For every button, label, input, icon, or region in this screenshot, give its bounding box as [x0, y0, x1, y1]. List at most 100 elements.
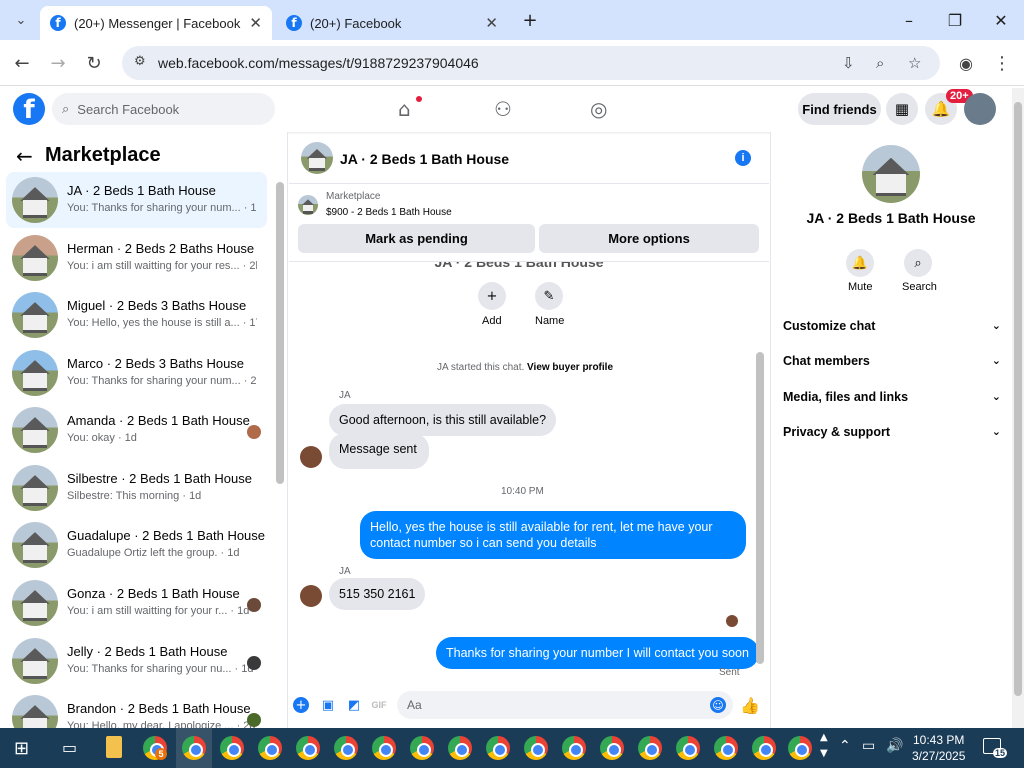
chrome-profile-icon[interactable] — [752, 736, 776, 760]
pencil-icon[interactable]: ✎ — [535, 282, 563, 310]
window-close-icon[interactable]: ✕ — [978, 0, 1024, 40]
chrome-profile-icon[interactable] — [372, 736, 396, 760]
install-app-icon[interactable]: ⇩ — [842, 54, 855, 72]
info-icon[interactable]: i — [735, 150, 751, 166]
chrome-profile-icon[interactable] — [296, 736, 320, 760]
close-tab-icon[interactable]: ✕ — [485, 14, 498, 32]
profile-icon[interactable]: ◉ — [951, 48, 981, 78]
more-options-button[interactable]: More options — [539, 224, 759, 253]
section-chat-members[interactable]: Chat members ⌄ — [783, 354, 1001, 368]
section-customize-chat[interactable]: Customize chat ⌄ — [783, 319, 1001, 333]
conversation-item[interactable]: JA · 2 Beds 1 Bath House You: Thanks for… — [6, 172, 267, 228]
friends-icon[interactable]: ⚇ — [494, 97, 512, 121]
message-bubble[interactable]: Thanks for sharing your number I will co… — [436, 637, 759, 669]
section-label: Chat members — [783, 354, 870, 368]
section-privacy-support[interactable]: Privacy & support ⌄ — [783, 425, 1001, 439]
chat-title[interactable]: JA · 2 Beds 1 Bath House — [340, 151, 509, 167]
network-icon[interactable]: ▭ — [862, 738, 875, 754]
conversation-item[interactable]: Miguel · 2 Beds 3 Baths House You: Hello… — [6, 287, 267, 343]
account-avatar[interactable] — [964, 93, 996, 125]
file-explorer-icon[interactable] — [106, 736, 122, 758]
address-bar[interactable]: ⚙ web.facebook.com/messages/t/9188729237… — [122, 46, 940, 80]
conversation-item[interactable]: Guadalupe · 2 Beds 1 Bath House Guadalup… — [6, 517, 267, 573]
windows-start-icon[interactable]: ⊞ — [14, 738, 34, 759]
back-arrow-icon[interactable]: ← — [16, 144, 33, 168]
sticker-icon[interactable]: ◩ — [346, 697, 362, 713]
hidden-icons-chevron-icon[interactable]: ⌃ — [839, 738, 851, 754]
listing-thumbnail[interactable] — [298, 195, 318, 215]
conversation-item[interactable]: Marco · 2 Beds 3 Baths House You: Thanks… — [6, 345, 267, 401]
tab-facebook[interactable]: f (20+) Facebook ✕ — [276, 6, 508, 40]
chrome-profile-icon[interactable] — [638, 736, 662, 760]
search-icon[interactable]: ⌕ — [904, 249, 932, 277]
add-person-icon[interactable]: + — [478, 282, 506, 310]
facebook-search-box[interactable]: ⌕ Search Facebook — [52, 93, 275, 125]
chrome-profile-icon[interactable] — [334, 736, 358, 760]
conversation-item[interactable]: Brandon · 2 Beds 1 Bath House You: Hello… — [6, 690, 267, 728]
browser-menu-icon[interactable]: ⋮ — [987, 48, 1017, 78]
sidebar-scrollbar[interactable] — [276, 182, 284, 484]
conversation-item[interactable]: Amanda · 2 Beds 1 Bath House You: okay ·… — [6, 402, 267, 458]
maximize-icon[interactable]: ❐ — [932, 0, 978, 40]
bell-icon[interactable]: 🔔 — [846, 249, 874, 277]
conversation-item[interactable]: Herman · 2 Beds 2 Baths House You: i am … — [6, 230, 267, 286]
mark-as-pending-button[interactable]: Mark as pending — [298, 224, 535, 253]
message-bubble[interactable]: 515 350 2161 — [329, 578, 426, 610]
reload-icon[interactable]: ↻ — [79, 48, 109, 78]
message-input[interactable]: Aa — [397, 691, 733, 719]
chrome-profile-icon[interactable] — [258, 736, 282, 760]
chrome-profile-icon[interactable] — [562, 736, 586, 760]
page-scrollbar[interactable] — [1012, 88, 1024, 728]
groups-icon[interactable]: ◎ — [590, 97, 607, 121]
site-info-icon[interactable]: ⚙ — [134, 54, 146, 69]
back-arrow-icon[interactable]: ← — [7, 48, 37, 78]
chrome-profile-icon[interactable] — [220, 736, 244, 760]
minimize-icon[interactable]: – — [886, 0, 932, 40]
conversation-item[interactable]: Gonza · 2 Beds 1 Bath House You: i am st… — [6, 575, 267, 631]
chrome-profile-icon[interactable] — [600, 736, 624, 760]
message-bubble[interactable]: Message sent — [329, 433, 429, 469]
listing-price[interactable]: $900 - 2 Beds 1 Bath House — [326, 207, 452, 218]
bookmark-star-icon[interactable]: ☆ — [908, 54, 921, 72]
chrome-profile-icon[interactable] — [676, 736, 700, 760]
tab-messenger[interactable]: f (20+) Messenger | Facebook ✕ — [40, 6, 272, 40]
message-bubble[interactable]: Hello, yes the house is still available … — [360, 511, 746, 559]
chrome-profile-icon[interactable] — [182, 736, 206, 760]
taskbar-scroll-arrows-icon[interactable]: ▲ ▼ — [820, 730, 828, 762]
gallery-icon[interactable]: ▣ — [320, 697, 336, 713]
conversation-preview: You: i am still waitting for your r... ·… — [67, 605, 250, 617]
zoom-icon[interactable]: ⌕ — [876, 54, 884, 72]
view-buyer-profile-link[interactable]: View buyer profile — [527, 362, 613, 373]
chrome-profile-icon[interactable] — [524, 736, 548, 760]
emoji-icon[interactable]: ☺ — [710, 697, 726, 713]
chat-avatar[interactable] — [301, 142, 333, 174]
facebook-logo-icon[interactable]: f — [13, 93, 45, 125]
chrome-profile-icon[interactable] — [448, 736, 472, 760]
plus-circle-icon[interactable]: + — [293, 697, 309, 713]
thumbs-up-icon[interactable]: 👍 — [740, 696, 760, 715]
conversation-item[interactable]: Silbestre · 2 Beds 1 Bath House Silbestr… — [6, 460, 267, 516]
chrome-profile-icon[interactable] — [714, 736, 738, 760]
facebook-favicon-icon: f — [286, 15, 302, 31]
volume-icon[interactable]: 🔊 — [886, 738, 903, 754]
find-friends-button[interactable]: Find friends — [798, 93, 881, 125]
message-scrollbar[interactable] — [756, 352, 764, 664]
task-view-icon[interactable]: ▭ — [62, 738, 77, 757]
chrome-profile-icon[interactable] — [486, 736, 510, 760]
close-tab-icon[interactable]: ✕ — [249, 14, 262, 32]
sender-avatar[interactable] — [300, 585, 322, 607]
tab-list-chevron-icon[interactable]: ⌄ — [6, 5, 36, 35]
home-icon[interactable]: ⌂ — [398, 97, 411, 121]
menu-grid-icon[interactable]: ▦ — [886, 93, 918, 125]
new-tab-plus-icon[interactable]: + — [508, 0, 552, 40]
message-bubble[interactable]: Good afternoon, is this still available? — [329, 404, 557, 436]
sender-avatar[interactable] — [300, 446, 322, 468]
gif-icon[interactable]: GIF — [371, 697, 387, 713]
page-scrollbar-thumb[interactable] — [1014, 102, 1022, 696]
chrome-profile-icon[interactable] — [788, 736, 812, 760]
section-media-files-links[interactable]: Media, files and links ⌄ — [783, 390, 1001, 404]
chrome-profile-icon[interactable] — [410, 736, 434, 760]
conversation-item[interactable]: Jelly · 2 Beds 1 Bath House You: Thanks … — [6, 633, 267, 689]
forward-arrow-icon[interactable]: → — [43, 48, 73, 78]
system-clock[interactable]: 10:43 PM 3/27/2025 — [912, 732, 965, 764]
